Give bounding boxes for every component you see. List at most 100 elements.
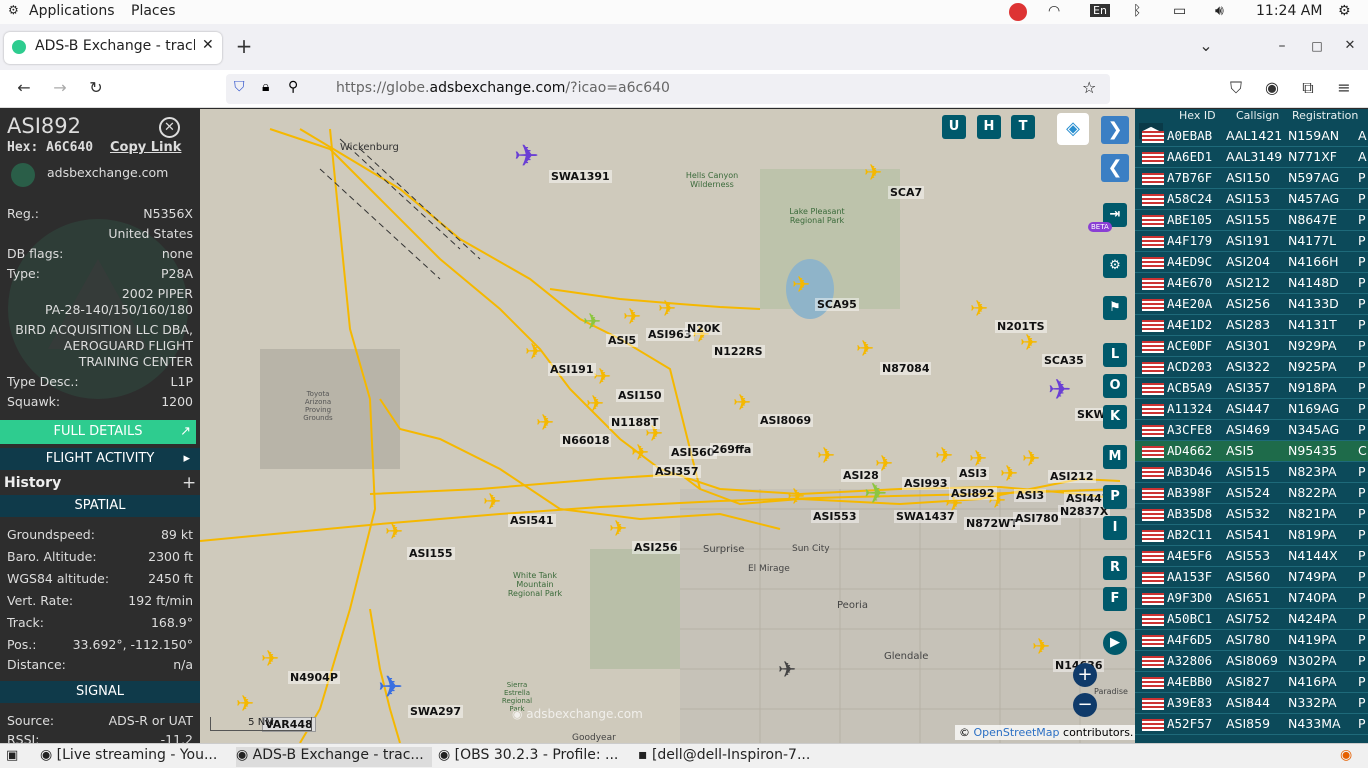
map-button-h[interactable]: H [977,115,1001,139]
history-header[interactable]: History [4,475,61,491]
aircraft-label[interactable]: ASI3 [1014,489,1047,502]
aircraft-icon[interactable]: ✈ [856,339,874,361]
aircraft-icon[interactable]: ✈ [378,673,403,703]
permissions-icon[interactable]: ⚲ [288,79,298,95]
aircraft-label[interactable]: ASI993 [902,477,950,490]
aircraft-icon[interactable]: ✈ [514,142,539,172]
source-site-link[interactable]: adsbexchange.com [47,165,168,180]
aircraft-label[interactable]: ASI155 [407,547,455,560]
aircraft-label[interactable]: ASI780 [1013,512,1061,525]
aircraft-icon[interactable]: ✈ [792,275,810,297]
next-arrow-icon[interactable]: ❯ [1101,116,1129,144]
taskbar-item-adsb[interactable]: ◉ ADS-B Exchange - trac... [236,747,432,767]
aircraft-label[interactable]: ASI256 [632,541,680,554]
col-header-hex[interactable]: Hex ID [1179,109,1216,123]
table-row[interactable]: A50BC1 ASI752 N424PA P [1135,609,1368,630]
aircraft-label[interactable]: N1188T [609,416,661,429]
table-row[interactable]: AB3D46 ASI515 N823PA P [1135,462,1368,483]
close-tab-icon[interactable]: ✕ [202,37,214,53]
aircraft-label[interactable]: SWA1437 [894,510,957,523]
aircraft-icon[interactable]: ✈ [623,307,641,329]
aircraft-label[interactable]: N122RS [712,345,765,358]
table-row[interactable]: ACE0DF ASI301 N929PA P [1135,336,1368,357]
table-row[interactable]: ACD203 ASI322 N925PA P [1135,357,1368,378]
map-button-u[interactable]: U [942,115,966,139]
aircraft-label[interactable]: N872WT [964,517,1020,530]
table-row[interactable]: A58C24 ASI153 N457AG P [1135,189,1368,210]
pocket-icon[interactable]: ⛉ [1224,78,1248,98]
table-row[interactable]: A7B76F ASI150 N597AG P [1135,168,1368,189]
aircraft-icon[interactable]: ✈ [778,660,796,682]
table-row[interactable]: A39E83 ASI844 N332PA P [1135,693,1368,714]
forward-arrow-icon[interactable]: → [48,78,72,98]
replay-icon[interactable]: ▶ [1103,631,1127,655]
aircraft-icon[interactable]: ✈ [658,299,676,321]
table-row[interactable]: A0EBAB AAL1421 N159AN A [1135,126,1368,147]
aircraft-icon[interactable]: ✈ [864,480,887,508]
table-row[interactable]: AA153F ASI560 N749PA P [1135,567,1368,588]
map-button-o[interactable]: O [1103,374,1127,398]
copy-link-button[interactable]: Copy Link [110,140,181,155]
table-row[interactable]: AB35D8 ASI532 N821PA P [1135,504,1368,525]
record-indicator-icon[interactable] [1009,3,1027,21]
table-row[interactable]: AD4662 ASI5 N95435 C [1135,441,1368,462]
new-tab-button[interactable]: + [232,36,256,56]
table-row[interactable]: AA6ED1 AAL3149 N771XF A [1135,147,1368,168]
map-button-i[interactable]: I [1103,516,1127,540]
bookmark-star-icon[interactable]: ☆ [1082,78,1096,97]
table-row[interactable]: A3CFE8 ASI469 N345AG P [1135,420,1368,441]
list-tabs-chevron-icon[interactable]: ⌄ [1194,36,1218,56]
table-row[interactable]: ACB5A9 ASI357 N918PA P [1135,378,1368,399]
taskbar-item-obs[interactable]: ◉ [OBS 30.2.3 - Profile: ... [438,747,628,767]
show-desktop-icon[interactable]: ▣ [6,748,18,763]
aircraft-label[interactable]: SWA297 [408,705,464,718]
aircraft-icon[interactable]: ✈ [817,446,835,468]
aircraft-label[interactable]: SWA1391 [549,170,612,183]
aircraft-icon[interactable]: ✈ [583,312,601,334]
filter-icon[interactable]: ⚑ [1103,296,1127,320]
table-row[interactable]: A4ED9C ASI204 N4166H P [1135,252,1368,273]
table-row[interactable]: AB398F ASI524 N822PA P [1135,483,1368,504]
close-window-button[interactable]: ✕ [1338,36,1362,56]
reload-icon[interactable]: ↻ [84,78,108,98]
aircraft-icon[interactable]: ✈ [733,393,751,415]
aircraft-label[interactable]: N20K [685,322,723,335]
map-button-r[interactable]: R [1103,556,1127,580]
aircraft-icon[interactable]: ✈ [609,519,627,541]
aircraft-icon[interactable]: ✈ [525,342,543,364]
aircraft-label[interactable]: ASI553 [811,510,859,523]
aircraft-icon[interactable]: ✈ [483,492,501,514]
aircraft-label[interactable]: ASI541 [508,514,556,527]
map-view[interactable]: Wickenburg Hells Canyon Wilderness Lake … [200,109,1135,743]
gnome-logo-icon[interactable]: ⚙ [8,3,19,17]
battery-icon[interactable]: ▭ [1173,3,1186,19]
tracking-shield-icon[interactable]: ⛉ [234,79,245,95]
minimize-window-button[interactable]: – [1270,36,1294,56]
settings-gear-icon[interactable]: ⚙ [1103,254,1127,278]
table-row[interactable]: ABE105 ASI155 N8647E P [1135,210,1368,231]
prev-arrow-icon[interactable]: ❮ [1101,154,1129,182]
aircraft-label[interactable]: N201TS [995,320,1047,333]
extensions-icon[interactable]: ⧉ [1296,78,1320,98]
aircraft-icon[interactable]: ✈ [631,443,649,465]
table-row[interactable]: A4E1D2 ASI283 N4131T P [1135,315,1368,336]
aircraft-label[interactable]: ASI212 [1048,470,1096,483]
table-row[interactable]: A9F3D0 ASI651 N740PA P [1135,588,1368,609]
account-icon[interactable]: ◉ [1260,78,1284,98]
map-button-l[interactable]: L [1103,343,1127,367]
table-row[interactable]: A4EBB0 ASI827 N416PA P [1135,672,1368,693]
aircraft-label[interactable]: N4904P [288,671,340,684]
aircraft-icon[interactable]: ✈ [1032,637,1050,659]
aircraft-icon[interactable]: ✈ [261,649,279,671]
table-row[interactable]: A32806 ASI8069 N302PA P [1135,651,1368,672]
history-expand-icon[interactable]: + [182,473,196,493]
applications-menu[interactable]: Applications [29,3,115,19]
bluetooth-icon[interactable]: ᛒ [1133,3,1141,19]
aircraft-icon[interactable]: ✈ [1020,333,1038,355]
firefox-tray-icon[interactable]: ◉ [1340,747,1352,763]
aircraft-label[interactable]: ASI8069 [758,414,814,427]
map-button-m[interactable]: M [1103,445,1127,469]
keyboard-layout-indicator[interactable]: En [1090,4,1110,17]
aircraft-icon[interactable]: ✈ [970,299,988,321]
aircraft-icon[interactable]: ✈ [385,522,403,544]
